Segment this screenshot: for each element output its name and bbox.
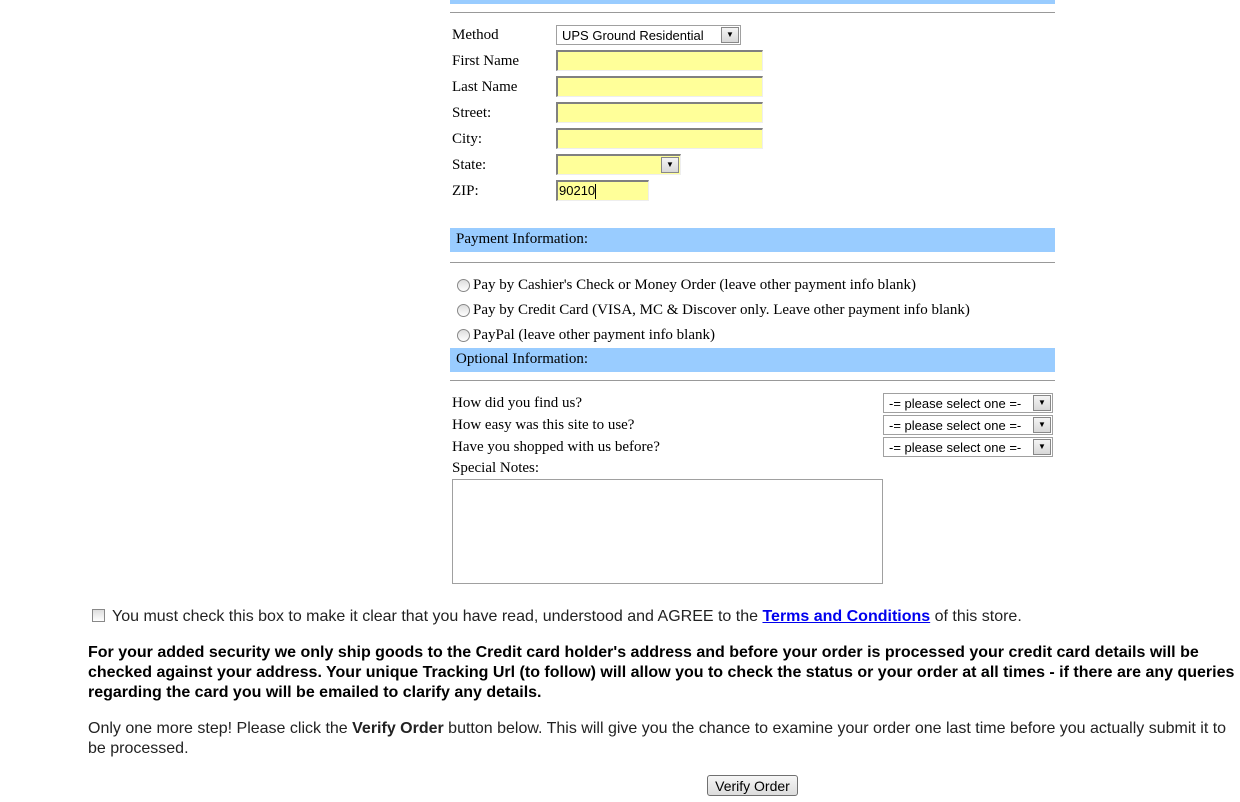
payment-option-label: Pay by Credit Card (VISA, MC & Discover …: [473, 302, 970, 318]
terms-text: of this store.: [930, 608, 1022, 625]
selected-value: -= please select one =-: [889, 396, 1022, 411]
selected-value: UPS Ground Residential: [562, 28, 704, 43]
payment-option-label: PayPal (leave other payment info blank): [473, 327, 716, 343]
zip-value: 90210: [559, 183, 596, 198]
question-label: Have you shopped with us before?: [452, 439, 660, 455]
radio-credit-card[interactable]: [457, 304, 470, 317]
chevron-down-icon: ▼: [1033, 439, 1051, 455]
order-notice: For your added security we only ship goo…: [88, 643, 1236, 802]
state-label: State:: [452, 157, 487, 173]
method-label: Method: [452, 27, 499, 43]
special-notes-label: Special Notes:: [452, 460, 540, 476]
last-name-label: Last Name: [452, 79, 518, 95]
security-notice-line: your address. Your unique Tracking Url (…: [88, 664, 1235, 701]
chevron-down-icon: ▼: [1033, 395, 1051, 411]
section-header-bar: [450, 0, 1055, 4]
zip-input[interactable]: 90210: [556, 180, 649, 201]
shipping-method-select[interactable]: UPS Ground Residential ▼: [556, 25, 741, 45]
divider: [450, 380, 1055, 381]
radio-paypal[interactable]: [457, 329, 470, 342]
selected-value: -= please select one =-: [889, 440, 1022, 455]
step-notice: Only one more step! Please click the Ver…: [88, 719, 1236, 759]
street-input[interactable]: [556, 102, 763, 123]
payment-header: Payment Information:: [450, 228, 1055, 252]
divider: [450, 262, 1055, 263]
special-notes-textarea[interactable]: [452, 479, 883, 584]
state-select[interactable]: ▼: [556, 154, 681, 175]
divider: [450, 12, 1055, 13]
city-input[interactable]: [556, 128, 763, 149]
optional-header-text: Optional Information:: [456, 351, 589, 367]
chevron-down-icon: ▼: [1033, 417, 1051, 433]
terms-checkbox[interactable]: [92, 609, 105, 622]
last-name-input[interactable]: [556, 76, 763, 97]
zip-label: ZIP:: [452, 183, 479, 199]
step-text: Only one more step! Please click the: [88, 720, 353, 737]
city-label: City:: [452, 131, 483, 147]
text-cursor: [595, 184, 597, 200]
chevron-down-icon: ▼: [661, 157, 679, 173]
question-label: How easy was this site to use?: [452, 417, 635, 433]
shopped-before-select[interactable]: -= please select one =- ▼: [883, 437, 1053, 457]
verify-order-button[interactable]: Verify Order: [707, 775, 798, 796]
ease-of-use-select[interactable]: -= please select one =- ▼: [883, 415, 1053, 435]
security-notice-line: emailed to clarify any details.: [319, 684, 542, 701]
radio-check-money-order[interactable]: [457, 279, 470, 292]
chevron-down-icon: ▼: [721, 27, 739, 43]
payment-option-label: Pay by Cashier's Check or Money Order (l…: [473, 277, 916, 293]
street-label: Street:: [452, 105, 492, 121]
payment-header-text: Payment Information:: [456, 231, 589, 247]
step-text-bold: Verify Order: [352, 720, 444, 737]
security-notice: For your added security we only ship goo…: [88, 643, 1236, 703]
selected-value: -= please select one =-: [889, 418, 1022, 433]
question-label: How did you find us?: [452, 395, 582, 411]
terms-link[interactable]: Terms and Conditions: [762, 608, 930, 625]
find-us-select[interactable]: -= please select one =- ▼: [883, 393, 1053, 413]
first-name-label: First Name: [452, 53, 520, 69]
terms-text: You must check this box to make it clear…: [112, 608, 763, 625]
first-name-input[interactable]: [556, 50, 763, 71]
optional-header: Optional Information:: [450, 348, 1055, 372]
